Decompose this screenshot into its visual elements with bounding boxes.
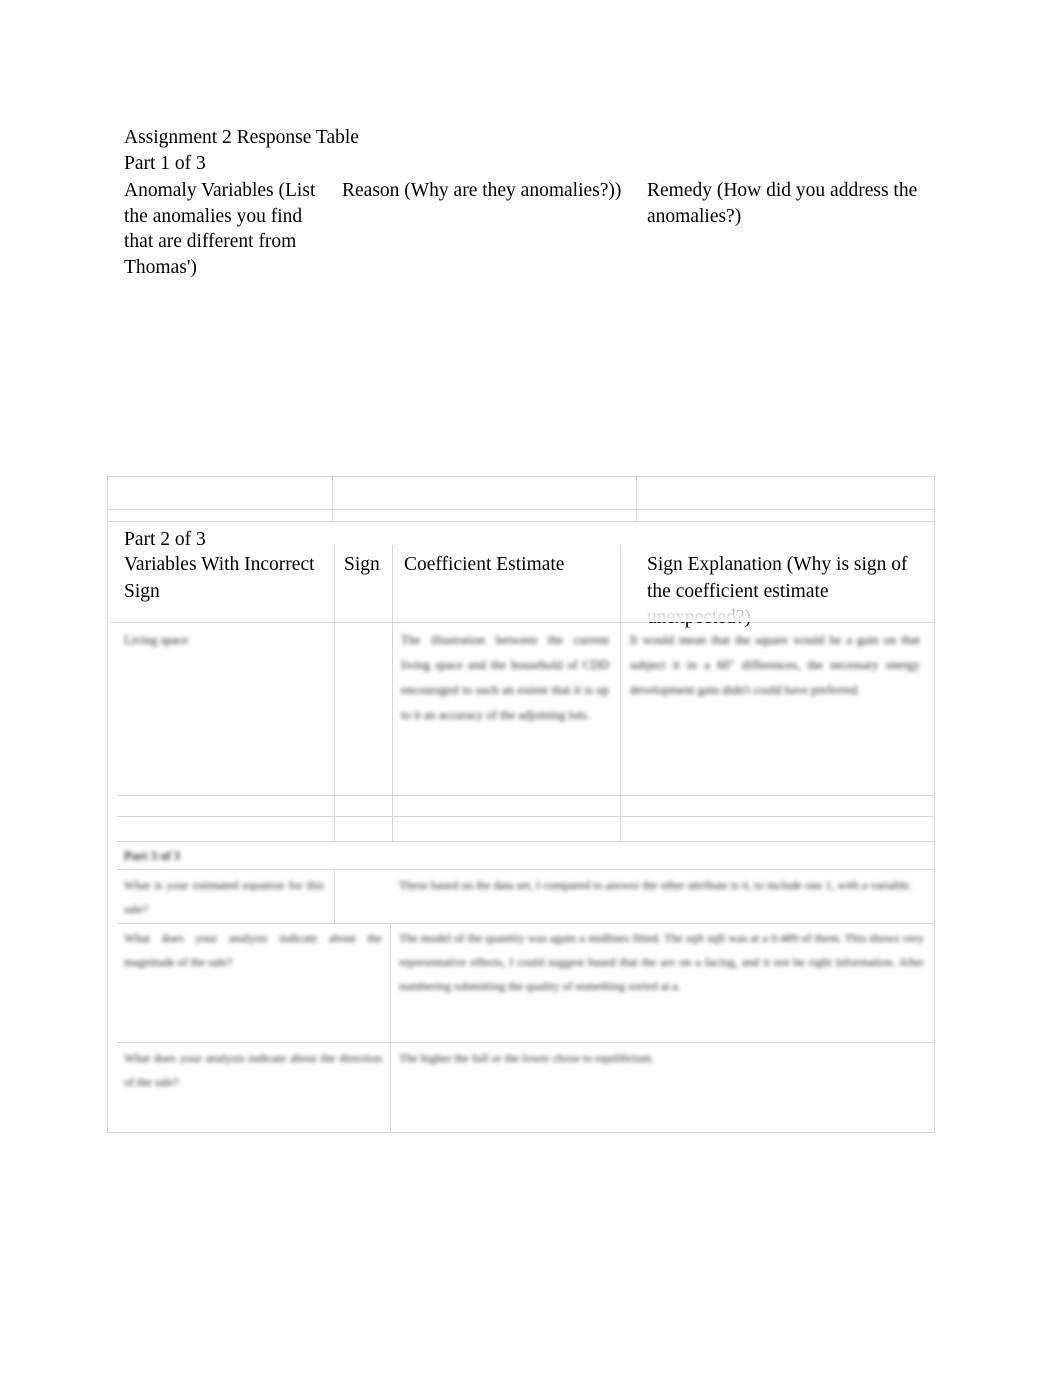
part2-header-sign: Sign (344, 554, 380, 575)
part3-answer-2: The model of the quantity was again a mi… (399, 931, 924, 993)
part1-col2-lead: Reason (342, 180, 400, 201)
part2-header-variables-with-incorrect-sign: Variables With Incorrect Sign (124, 554, 315, 602)
part-3-label: Part 3 of 3 (124, 849, 180, 863)
part1-header-reason: Reason (Why are they anomalies?)) (342, 178, 632, 204)
page-title: Assignment 2 Response Table (124, 127, 359, 148)
part-1-label: Part 1 of 3 (124, 153, 206, 174)
part1-col3-lead: Remedy (647, 180, 712, 201)
part-2-label: Part 2 of 3 (124, 529, 206, 550)
part3-answer-1: These based on the data set, I compared … (399, 878, 912, 892)
table-row-variable: Living space (124, 633, 189, 647)
part1-col2-sub: (Why are they anomalies?)) (404, 180, 622, 201)
part2-col4-lead: Sign Explanation (647, 554, 782, 575)
part3-question-2: What does your analysis indicate about t… (124, 931, 382, 969)
part1-header-remedy: Remedy (How did you address the anomalie… (647, 178, 932, 229)
part3-question-3: What does your analysis indicate about t… (124, 1051, 382, 1089)
document-page: Assignment 2 Response Table Part 1 of 3 … (0, 0, 1062, 1377)
table-row-coefficient: The illustration between the current liv… (401, 633, 609, 722)
table-row-explanation: It would mean that the square would be a… (630, 633, 920, 697)
part3-question-1: What is your estimated equation for this… (124, 878, 324, 916)
part1-header-anomaly-variables: Anomaly Variables (List the anomalies yo… (124, 178, 334, 280)
part1-col1-lead: Anomaly Variables (124, 180, 274, 201)
part2-header-coefficient-estimate: Coefficient Estimate (404, 554, 565, 575)
